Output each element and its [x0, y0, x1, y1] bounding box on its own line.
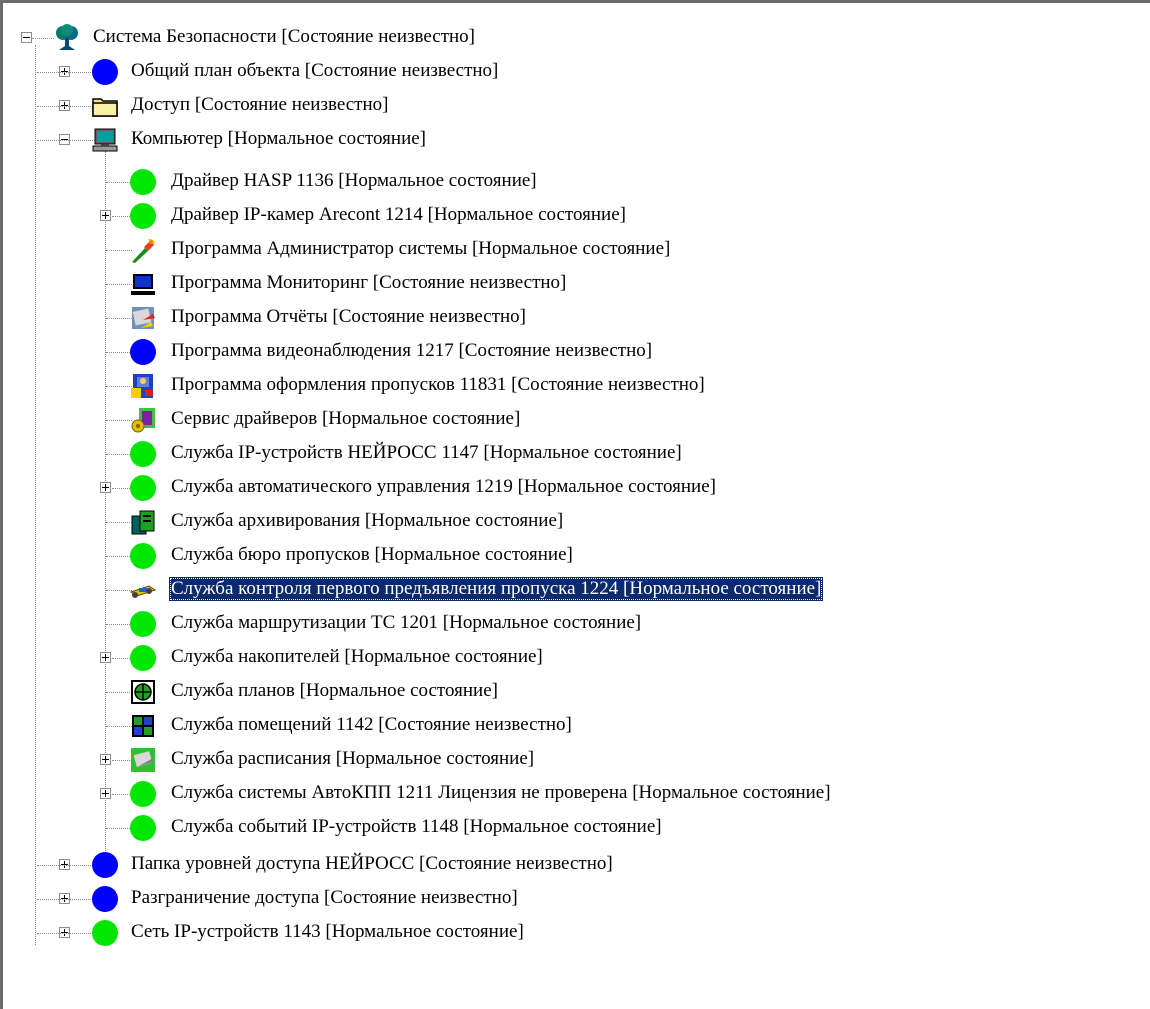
tree-connector — [37, 106, 93, 107]
blue-circle-icon — [129, 338, 157, 366]
tree-node-computer[interactable]: Компьютер [Нормальное состояние] — [3, 123, 1103, 157]
tree-node-label: Служба архивирования [Нормальное состоян… — [171, 510, 564, 531]
tree-node-label: Служба бюро пропусков [Нормальное состоя… — [171, 544, 573, 565]
tree-node-label: Папка уровней доступа НЕЙРОСС [Состояние… — [131, 853, 613, 874]
archive-icon — [129, 508, 157, 536]
tree-node-neyross-ip-service[interactable]: Служба IP-устройств НЕЙРОСС 1147 [Нормал… — [3, 437, 1103, 471]
tree-node-label: Драйвер IP-камер Arecont 1214 [Нормально… — [171, 204, 626, 225]
pass-design-icon — [129, 372, 157, 400]
green-circle-icon — [129, 644, 157, 672]
tree-node-label-selected: Служба контроля первого предъявления про… — [169, 577, 824, 601]
tree-node-archive-service[interactable]: Служба архивирования [Нормальное состоян… — [3, 505, 1103, 539]
green-circle-icon — [129, 202, 157, 230]
tree-node-label: Сервис драйверов [Нормальное состояние] — [171, 408, 521, 429]
tree-connector — [37, 140, 93, 141]
tree-node-routing-service[interactable]: Служба маршрутизации ТС 1201 [Нормальное… — [3, 607, 1103, 641]
tree-node-pass-design-program[interactable]: Программа оформления пропусков 11831 [Со… — [3, 369, 1103, 403]
tree-node-label: Служба событий IP-устройств 1148 [Нормал… — [171, 816, 662, 837]
schedule-icon — [129, 746, 157, 774]
green-circle-icon — [129, 814, 157, 842]
tree-node-label: Сеть IP-устройств 1143 [Нормальное состо… — [131, 921, 524, 942]
collapse-toggle[interactable] — [21, 32, 32, 43]
tree-icon — [53, 24, 81, 52]
tree-node-label: Программа Администратор системы [Нормаль… — [171, 238, 671, 259]
tree-node-label: Доступ [Состояние неизвестно] — [131, 94, 389, 115]
tree-node-label: Разграничение доступа [Состояние неизвес… — [131, 887, 518, 908]
monitor-icon — [129, 270, 157, 298]
green-circle-icon — [91, 919, 119, 947]
driver-service-icon — [129, 406, 157, 434]
tree-node-label: Служба помещений 1142 [Состояние неизвес… — [171, 714, 572, 735]
tree-node-plans-service[interactable]: Служба планов [Нормальное состояние] — [3, 675, 1103, 709]
tree-connector — [37, 865, 93, 866]
tree-node-video-program[interactable]: Программа видеонаблюдения 1217 [Состояни… — [3, 335, 1103, 369]
rooms-icon — [129, 712, 157, 740]
tree-node-label: Служба планов [Нормальное состояние] — [171, 680, 498, 701]
tree-node-label: Служба IP-устройств НЕЙРОСС 1147 [Нормал… — [171, 442, 682, 463]
tree-node-driver-service[interactable]: Сервис драйверов [Нормальное состояние] — [3, 403, 1103, 437]
tree-connector — [37, 72, 93, 73]
admin-torch-icon — [129, 236, 157, 264]
tree-node-rooms-service[interactable]: Служба помещений 1142 [Состояние неизвес… — [3, 709, 1103, 743]
tree-node-label: Компьютер [Нормальное состояние] — [131, 128, 427, 149]
tree-node-auto-control-service[interactable]: Служба автоматического управления 1219 [… — [3, 471, 1103, 505]
tree-connector — [37, 933, 93, 934]
green-circle-icon — [129, 440, 157, 468]
expand-toggle[interactable] — [100, 482, 111, 493]
tree-connector — [37, 899, 93, 900]
tree-node-label: Служба накопителей [Нормальное состояние… — [171, 646, 543, 667]
expand-toggle[interactable] — [100, 652, 111, 663]
expand-toggle[interactable] — [100, 754, 111, 765]
tree-node-ip-network[interactable]: Сеть IP-устройств 1143 [Нормальное состо… — [3, 916, 1103, 950]
tree-node-label: Общий план объекта [Состояние неизвестно… — [131, 60, 499, 81]
tree-node-pass-control-service[interactable]: Служба контроля первого предъявления про… — [3, 573, 1103, 607]
tree-node-monitoring-program[interactable]: Программа Мониторинг [Состояние неизвест… — [3, 267, 1103, 301]
tree-view[interactable]: Система Безопасности [Состояние неизвест… — [0, 0, 1150, 1009]
tree-node-neyross-access-levels[interactable]: Папка уровней доступа НЕЙРОСС [Состояние… — [3, 848, 1103, 882]
tree-node-label: Служба расписания [Нормальное состояние] — [171, 748, 535, 769]
plans-icon — [129, 678, 157, 706]
blue-circle-icon — [91, 851, 119, 879]
tree-node-label: Программа видеонаблюдения 1217 [Состояни… — [171, 340, 653, 361]
blue-circle-icon — [91, 885, 119, 913]
tree-node-pass-bureau-service[interactable]: Служба бюро пропусков [Нормальное состоя… — [3, 539, 1103, 573]
tree-node-label: Драйвер HASP 1136 [Нормальное состояние] — [171, 170, 537, 191]
tree-connector — [32, 38, 54, 39]
tree-node-access-separation[interactable]: Разграничение доступа [Состояние неизвес… — [3, 882, 1103, 916]
expand-toggle[interactable] — [100, 788, 111, 799]
tree-node-label: Программа оформления пропусков 11831 [Со… — [171, 374, 705, 395]
tree-node-storage-service[interactable]: Служба накопителей [Нормальное состояние… — [3, 641, 1103, 675]
tree-node-label: Служба системы АвтоКПП 1211 Лицензия не … — [171, 782, 831, 803]
tree-node-schedule-service[interactable]: Служба расписания [Нормальное состояние] — [3, 743, 1103, 777]
blue-circle-icon — [91, 58, 119, 86]
tree-node-reports-program[interactable]: Программа Отчёты [Состояние неизвестно] — [3, 301, 1103, 335]
tree-node-admin-program[interactable]: Программа Администратор системы [Нормаль… — [3, 233, 1103, 267]
pass-control-icon — [129, 576, 157, 604]
green-circle-icon — [129, 542, 157, 570]
green-circle-icon — [129, 780, 157, 808]
tree-node-root[interactable]: Система Безопасности [Состояние неизвест… — [3, 21, 1103, 55]
tree-node-autokpp-service[interactable]: Служба системы АвтоКПП 1211 Лицензия не … — [3, 777, 1103, 811]
tree-node-label: Служба автоматического управления 1219 [… — [171, 476, 716, 497]
tree-node-general-plan[interactable]: Общий план объекта [Состояние неизвестно… — [3, 55, 1103, 89]
tree-node-arecont-driver[interactable]: Драйвер IP-камер Arecont 1214 [Нормально… — [3, 199, 1103, 233]
computer-icon — [91, 126, 119, 154]
folder-icon — [91, 92, 119, 120]
tree-node-access[interactable]: Доступ [Состояние неизвестно] — [3, 89, 1103, 123]
expand-toggle[interactable] — [100, 210, 111, 221]
tree-node-label: Система Безопасности [Состояние неизвест… — [93, 26, 476, 47]
tree-node-hasp-driver[interactable]: Драйвер HASP 1136 [Нормальное состояние] — [3, 165, 1103, 199]
tree-node-label: Служба маршрутизации ТС 1201 [Нормальное… — [171, 612, 642, 633]
tree-node-label: Программа Мониторинг [Состояние неизвест… — [171, 272, 567, 293]
green-circle-icon — [129, 474, 157, 502]
tree-node-label: Программа Отчёты [Состояние неизвестно] — [171, 306, 527, 327]
green-circle-icon — [129, 610, 157, 638]
reports-icon — [129, 304, 157, 332]
tree-node-ip-events-service[interactable]: Служба событий IP-устройств 1148 [Нормал… — [3, 811, 1103, 845]
green-circle-icon — [129, 168, 157, 196]
